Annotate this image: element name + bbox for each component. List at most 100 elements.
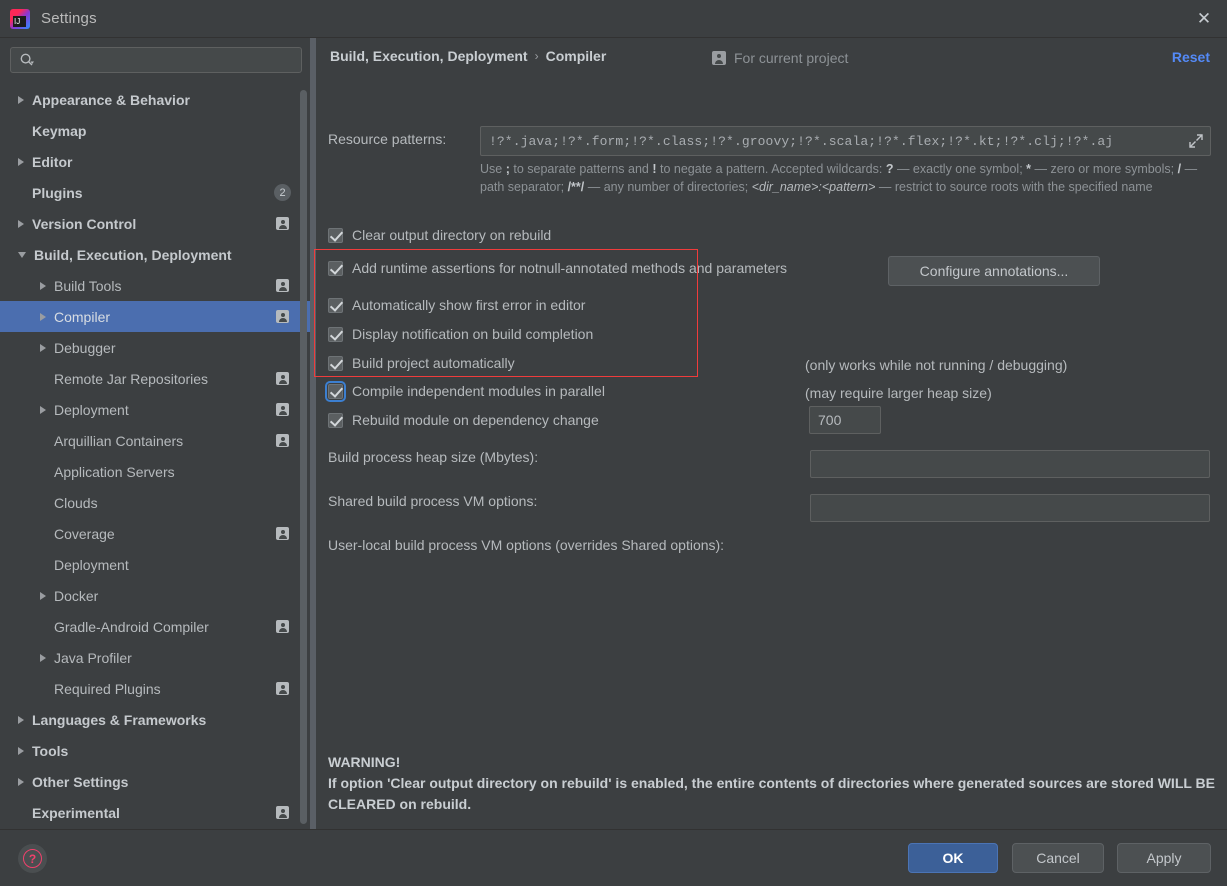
checkbox-label: Clear output directory on rebuild bbox=[352, 227, 552, 243]
warning-message: WARNING! If option 'Clear output directo… bbox=[328, 752, 1218, 815]
checkbox-add-runtime-assertions-for[interactable]: Add runtime assertions for notnull-annot… bbox=[328, 260, 787, 276]
chevron-right-icon[interactable] bbox=[18, 777, 24, 786]
checkbox-indicator[interactable] bbox=[328, 355, 343, 371]
sidebar-item-remote-jar-repositories[interactable]: Remote Jar Repositories bbox=[0, 363, 311, 394]
search-input[interactable] bbox=[35, 52, 301, 68]
sidebar-item-build-tools[interactable]: Build Tools bbox=[0, 270, 311, 301]
project-scope-badge-icon bbox=[276, 403, 289, 416]
chevron-right-icon[interactable] bbox=[18, 715, 24, 724]
sidebar-item-required-plugins[interactable]: Required Plugins bbox=[0, 673, 311, 704]
sidebar-item-label: Appearance & Behavior bbox=[32, 91, 190, 108]
sidebar-item-debugger[interactable]: Debugger bbox=[0, 332, 311, 363]
checkbox-indicator[interactable] bbox=[328, 326, 343, 342]
sidebar-item-build-execution-deployment[interactable]: Build, Execution, Deployment bbox=[0, 239, 311, 270]
sidebar-item-java-profiler[interactable]: Java Profiler bbox=[0, 642, 311, 673]
ok-button[interactable]: OK bbox=[908, 843, 998, 873]
sidebar-item-label: Tools bbox=[32, 742, 69, 759]
chevron-right-icon[interactable] bbox=[18, 219, 24, 228]
sidebar-item-languages-frameworks[interactable]: Languages & Frameworks bbox=[0, 704, 311, 735]
sidebar-item-editor[interactable]: Editor bbox=[0, 146, 311, 177]
project-scope-badge-icon bbox=[276, 217, 289, 230]
sidebar-item-label: Editor bbox=[32, 153, 73, 170]
close-icon[interactable]: ✕ bbox=[1181, 0, 1227, 37]
chevron-right-icon[interactable] bbox=[18, 157, 24, 166]
sidebar-item-label: Keymap bbox=[32, 122, 87, 139]
sidebar-item-label: Remote Jar Repositories bbox=[54, 370, 209, 387]
sidebar-item-deployment[interactable]: Deployment bbox=[0, 549, 311, 580]
resource-patterns-input[interactable] bbox=[481, 127, 1182, 155]
search-box[interactable] bbox=[10, 47, 302, 73]
sidebar-item-appearance-behavior[interactable]: Appearance & Behavior bbox=[0, 84, 311, 115]
sidebar-scrollbar[interactable] bbox=[300, 90, 307, 856]
checkbox-clear-output-directory-on[interactable]: Clear output directory on rebuild bbox=[328, 227, 551, 243]
project-scope-badge-icon bbox=[276, 372, 289, 385]
sidebar-item-application-servers[interactable]: Application Servers bbox=[0, 456, 311, 487]
checkbox-indicator[interactable] bbox=[328, 227, 343, 243]
scrollbar-thumb[interactable] bbox=[300, 90, 307, 824]
configure-annotations-button[interactable]: Configure annotations... bbox=[888, 256, 1100, 286]
checkbox-indicator[interactable] bbox=[328, 260, 343, 276]
hint-text-3: to negate a pattern. Accepted wildcards: bbox=[656, 162, 886, 176]
project-scope-indicator: For current project bbox=[712, 50, 848, 66]
sidebar-item-label: Docker bbox=[54, 587, 99, 604]
checkbox-label: Display notification on build completion bbox=[352, 326, 594, 342]
chevron-right-icon[interactable] bbox=[40, 281, 46, 290]
chevron-down-icon[interactable] bbox=[18, 251, 26, 258]
chevron-right-icon[interactable] bbox=[40, 653, 46, 662]
chevron-right-icon[interactable] bbox=[40, 405, 46, 414]
apply-button[interactable]: Apply bbox=[1117, 843, 1211, 873]
checkbox-label: Automatically show first error in editor bbox=[352, 297, 586, 313]
sidebar-item-version-control[interactable]: Version Control bbox=[0, 208, 311, 239]
checkbox-label: Rebuild module on dependency change bbox=[352, 412, 599, 428]
reset-link[interactable]: Reset bbox=[1172, 49, 1210, 65]
settings-dialog: IJ Settings ✕ Appearance & Behavior Keyma… bbox=[0, 0, 1227, 886]
help-question-icon[interactable]: ? bbox=[18, 844, 47, 873]
checkbox-indicator[interactable] bbox=[328, 412, 343, 428]
heap-size-label: Build process heap size (Mbytes): bbox=[328, 449, 539, 465]
checkbox-indicator[interactable] bbox=[325, 380, 346, 402]
search-icon bbox=[20, 53, 34, 66]
sidebar-item-gradle-android-compiler[interactable]: Gradle-Android Compiler bbox=[0, 611, 311, 642]
sidebar-item-deployment[interactable]: Deployment bbox=[0, 394, 311, 425]
sidebar-item-experimental[interactable]: Experimental bbox=[0, 797, 311, 828]
sidebar-item-plugins[interactable]: Plugins 2 bbox=[0, 177, 311, 208]
heap-size-input[interactable]: 700 bbox=[809, 406, 881, 434]
sidebar-item-arquillian-containers[interactable]: Arquillian Containers bbox=[0, 425, 311, 456]
sidebar-item-keymap[interactable]: Keymap bbox=[0, 115, 311, 146]
sidebar-item-label: Experimental bbox=[32, 804, 120, 821]
checkbox-rebuild-module-on-dependency[interactable]: Rebuild module on dependency change bbox=[328, 412, 599, 428]
checkbox-build-project-automatically[interactable]: Build project automatically bbox=[328, 355, 515, 371]
chevron-right-icon[interactable] bbox=[40, 591, 46, 600]
checkbox-label: Build project automatically bbox=[352, 355, 515, 371]
person-icon bbox=[712, 51, 726, 65]
user-vm-options-input[interactable] bbox=[810, 494, 1210, 522]
chevron-right-icon[interactable] bbox=[40, 312, 46, 321]
breadcrumb-root[interactable]: Build, Execution, Deployment bbox=[330, 48, 528, 64]
sidebar-item-coverage[interactable]: Coverage bbox=[0, 518, 311, 549]
shared-vm-options-input[interactable] bbox=[810, 450, 1210, 478]
expand-diagonal-icon[interactable] bbox=[1182, 127, 1210, 155]
checkbox-indicator[interactable] bbox=[328, 297, 343, 313]
sidebar-item-tools[interactable]: Tools bbox=[0, 735, 311, 766]
shared-vm-options-label: Shared build process VM options: bbox=[328, 493, 538, 509]
title-bar: IJ Settings ✕ bbox=[0, 0, 1227, 38]
cancel-button[interactable]: Cancel bbox=[1012, 843, 1104, 873]
resource-patterns-field[interactable] bbox=[480, 126, 1211, 156]
checkbox-automatically-show-first-error[interactable]: Automatically show first error in editor bbox=[328, 297, 585, 313]
checkbox-compile-independent-modules-in[interactable]: Compile independent modules in parallel bbox=[325, 380, 605, 402]
chevron-right-icon[interactable] bbox=[40, 343, 46, 352]
settings-tree[interactable]: Appearance & Behavior Keymap Editor Plugins… bbox=[0, 84, 311, 829]
chevron-right-icon[interactable] bbox=[18, 95, 24, 104]
sidebar-item-docker[interactable]: Docker bbox=[0, 580, 311, 611]
project-scope-badge-icon bbox=[276, 806, 289, 819]
checkbox-display-notification-on-build[interactable]: Display notification on build completion bbox=[328, 326, 593, 342]
sidebar-item-label: Deployment bbox=[54, 556, 129, 573]
sidebar-item-clouds[interactable]: Clouds bbox=[0, 487, 311, 518]
sidebar-item-label: Build Tools bbox=[54, 277, 122, 294]
hint-text-2: to separate patterns and bbox=[509, 162, 653, 176]
hint-text-4: — exactly one symbol; bbox=[893, 162, 1027, 176]
sidebar-item-other-settings[interactable]: Other Settings bbox=[0, 766, 311, 797]
chevron-right-icon[interactable] bbox=[18, 746, 24, 755]
checkbox-label: Add runtime assertions for notnull-annot… bbox=[352, 260, 788, 276]
sidebar-item-compiler[interactable]: Compiler bbox=[0, 301, 311, 332]
